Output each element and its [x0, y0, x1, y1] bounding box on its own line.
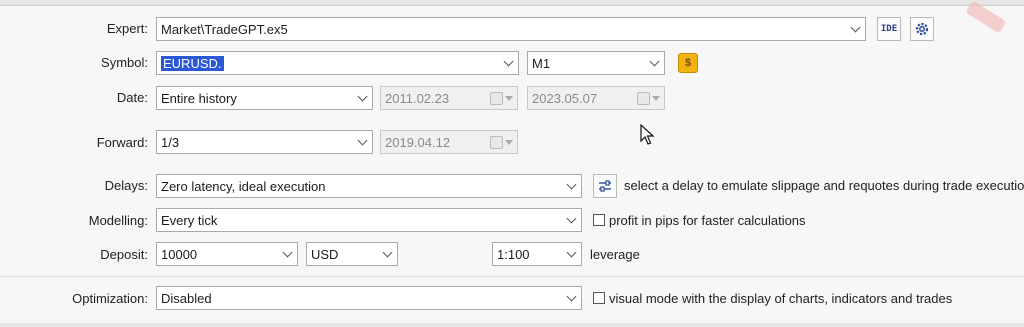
modelling-select[interactable]: Every tick	[156, 208, 582, 232]
modelling-label: Modelling:	[88, 213, 148, 228]
optimization-value: Disabled	[161, 290, 212, 306]
chevron-down-icon	[563, 287, 581, 309]
calendar-icon	[490, 91, 503, 105]
timeframe-select[interactable]: M1	[527, 51, 665, 75]
calendar-icon	[490, 135, 503, 149]
forward-date-picker[interactable]: 2019.04.12	[380, 130, 518, 154]
profit-in-pips-checkbox[interactable]	[593, 214, 605, 226]
expert-select[interactable]: Market\TradeGPT.ex5	[156, 17, 866, 41]
symbol-properties-button[interactable]: $	[676, 51, 700, 75]
chevron-down-icon	[563, 209, 581, 231]
date-range-select[interactable]: Entire history	[156, 86, 373, 110]
visual-mode-label: visual mode with the display of charts, …	[609, 291, 953, 306]
date-from-picker[interactable]: 2011.02.23	[380, 86, 518, 110]
top-border	[0, 0, 1024, 6]
forward-select[interactable]: 1/3	[156, 130, 373, 154]
expert-label: Expert:	[106, 21, 148, 36]
leverage-label: leverage	[590, 247, 640, 262]
date-to-picker[interactable]: 2023.05.07	[527, 86, 665, 110]
caret-down-icon	[505, 139, 513, 145]
currency-value: USD	[311, 246, 339, 262]
deposit-amount-select[interactable]: 10000	[156, 242, 298, 266]
date-from-value: 2011.02.23	[385, 90, 450, 106]
delays-value: Zero latency, ideal execution	[161, 178, 326, 194]
delays-hint: select a delay to emulate slippage and r…	[624, 178, 1024, 193]
section-divider	[0, 276, 1024, 277]
chevron-down-icon	[563, 175, 581, 197]
chevron-down-icon	[354, 131, 372, 153]
chevron-down-icon	[379, 243, 397, 265]
ide-icon: IDE	[880, 24, 898, 34]
forward-date-value: 2019.04.12	[385, 134, 451, 150]
caret-down-icon	[505, 95, 513, 101]
delays-select[interactable]: Zero latency, ideal execution	[156, 174, 582, 198]
date-to-value: 2023.05.07	[532, 90, 598, 106]
profit-in-pips-label: profit in pips for faster calculations	[609, 213, 806, 228]
optimization-select[interactable]: Disabled	[156, 286, 582, 310]
date-label: Date:	[116, 90, 148, 105]
expert-value: Market\TradeGPT.ex5	[161, 21, 288, 37]
leverage-select[interactable]: 1:100	[492, 242, 582, 266]
chevron-down-icon	[847, 18, 865, 40]
ide-button[interactable]: IDE	[877, 17, 901, 41]
sliders-icon	[599, 180, 611, 192]
chevron-down-icon	[500, 52, 518, 74]
chevron-down-icon	[563, 243, 581, 265]
mouse-cursor-icon	[640, 124, 655, 145]
gear-icon	[915, 22, 929, 36]
deposit-amount-value: 10000	[161, 246, 198, 262]
timeframe-value: M1	[532, 55, 551, 71]
delay-settings-button[interactable]	[593, 174, 617, 198]
chevron-down-icon	[646, 52, 664, 74]
forward-value: 1/3	[161, 134, 180, 150]
deposit-label: Deposit:	[100, 247, 148, 262]
symbol-select[interactable]: EURUSD.	[156, 51, 519, 75]
visual-mode-checkbox[interactable]	[593, 292, 605, 304]
dollar-icon: $	[678, 53, 698, 73]
bottom-border	[0, 323, 1024, 327]
delays-label: Delays:	[104, 178, 148, 193]
caret-down-icon	[652, 95, 660, 101]
symbol-value: EURUSD.	[161, 55, 224, 71]
chevron-down-icon	[279, 243, 297, 265]
currency-select[interactable]: USD	[306, 242, 398, 266]
calendar-icon	[637, 91, 650, 105]
modelling-value: Every tick	[161, 212, 218, 228]
date-range-value: Entire history	[161, 90, 237, 106]
leverage-value: 1:100	[497, 246, 530, 262]
settings-button[interactable]	[910, 17, 934, 41]
symbol-label: Symbol:	[101, 55, 148, 70]
chevron-down-icon	[354, 87, 372, 109]
forward-label: Forward:	[96, 135, 148, 150]
optimization-label: Optimization:	[72, 291, 148, 306]
